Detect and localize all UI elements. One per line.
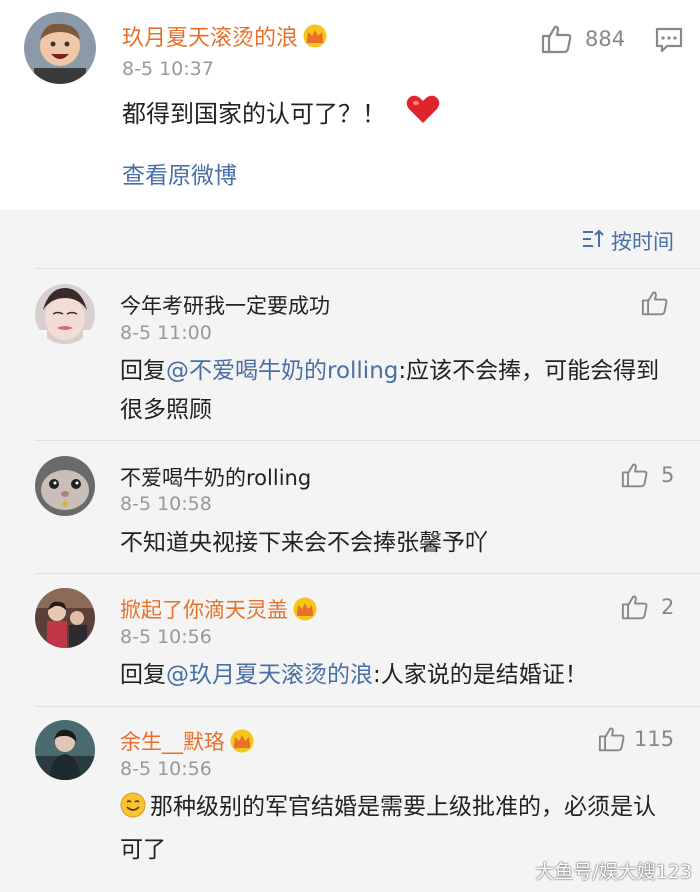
- comments-list: 按时间 今年考研我一定要成功 8-5 11:00 回复@不爱喝牛奶的rollin…: [0, 210, 700, 892]
- comment-time: 8-5 11:00: [120, 322, 212, 344]
- divider: [35, 440, 700, 441]
- comment-text: 回复@不爱喝牛奶的rolling:应该不会捧，可能会得到很多照顾: [120, 352, 670, 430]
- commenter-avatar[interactable]: [35, 284, 95, 344]
- comment-like-button[interactable]: 115: [598, 726, 674, 752]
- view-original-link[interactable]: 查看原微博: [122, 156, 237, 190]
- like-count: 5: [661, 463, 675, 487]
- comment-like-button[interactable]: 2: [621, 594, 674, 620]
- mention-link[interactable]: @玖月夏天滚烫的浪: [166, 662, 373, 688]
- commenter-name[interactable]: 掀起了你滴天灵盖: [120, 594, 318, 626]
- vip-crown-icon: [229, 729, 255, 758]
- sort-by-time-button[interactable]: 按时间: [581, 226, 674, 256]
- comment-body: 不知道央视接下来会不会捧张馨予吖: [120, 530, 488, 556]
- thumbs-up-icon: [621, 594, 649, 620]
- commenter-name[interactable]: 不爱喝牛奶的rolling: [120, 462, 311, 492]
- comment-time: 8-5 10:56: [120, 626, 212, 648]
- heart-emoji-icon: [406, 94, 440, 136]
- commenter-avatar[interactable]: [35, 588, 95, 648]
- username-text[interactable]: 掀起了你滴天灵盖: [120, 598, 288, 622]
- commenter-name[interactable]: 余生__默珞: [120, 726, 255, 758]
- commenter-avatar[interactable]: [35, 720, 95, 780]
- comment-time: 8-5 10:58: [120, 493, 212, 515]
- comment-text: 不知道央视接下来会不会捧张馨予吖: [120, 524, 670, 563]
- post-time: 8-5 10:37: [122, 58, 214, 80]
- commenter-avatar[interactable]: [35, 456, 95, 516]
- like-count: 884: [585, 27, 626, 51]
- reply-prefix: 回复: [120, 358, 166, 384]
- thumbs-up-icon: [641, 290, 669, 316]
- thumbs-up-icon: [621, 462, 649, 488]
- username-text[interactable]: 玖月夏天滚烫的浪: [122, 26, 298, 51]
- thumbs-up-icon: [541, 24, 573, 54]
- comment-text: 回复@玖月夏天滚烫的浪:人家说的是结婚证！: [120, 656, 670, 695]
- post-username[interactable]: 玖月夏天滚烫的浪: [122, 20, 328, 54]
- comment-body: 那种级别的军官结婚是需要上级批准的，必须是认可了: [120, 794, 656, 863]
- watermark: 大鱼号/娱大嫂123: [535, 861, 692, 883]
- user-avatar[interactable]: [24, 12, 96, 84]
- like-count: 115: [634, 727, 675, 751]
- sort-icon: [581, 228, 611, 255]
- divider: [35, 706, 700, 707]
- divider: [35, 268, 700, 269]
- comment-time: 8-5 10:56: [120, 758, 212, 780]
- divider: [35, 573, 700, 574]
- main-post: 玖月夏天滚烫的浪 8-5 10:37 884 都得到国家的认可了？！ 查看原微博: [0, 0, 700, 210]
- reply-prefix: 回复: [120, 662, 166, 688]
- comment-like-button[interactable]: 5: [621, 462, 674, 488]
- username-text[interactable]: 余生__默珞: [120, 730, 225, 754]
- comment-body: :人家说的是结婚证！: [373, 662, 588, 688]
- vip-crown-icon: [292, 597, 318, 626]
- like-count: 2: [661, 595, 675, 619]
- commenter-name[interactable]: 今年考研我一定要成功: [120, 290, 330, 320]
- comment-like-button[interactable]: [641, 290, 669, 316]
- post-like-button[interactable]: 884: [541, 24, 625, 54]
- sort-label: 按时间: [611, 230, 674, 254]
- vip-crown-icon: [302, 24, 328, 54]
- comment-icon: [655, 27, 683, 53]
- post-content-text: 都得到国家的认可了？！: [122, 100, 386, 128]
- smile-emoji-icon: [120, 792, 146, 831]
- comment-button[interactable]: [655, 27, 683, 53]
- thumbs-up-icon: [598, 726, 626, 752]
- mention-link[interactable]: @不爱喝牛奶的rolling: [166, 358, 398, 384]
- post-content: 都得到国家的认可了？！: [122, 94, 440, 136]
